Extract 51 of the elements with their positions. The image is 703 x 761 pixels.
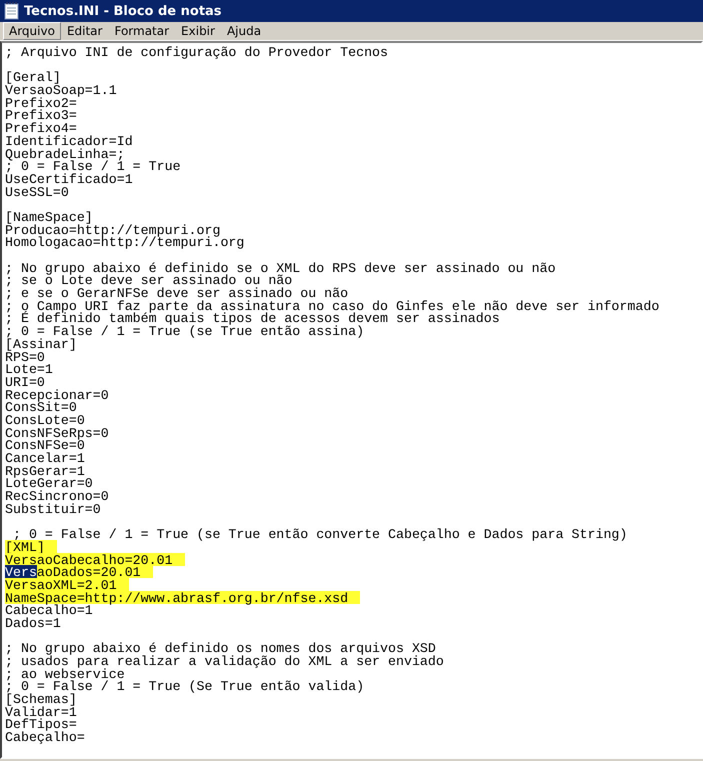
text-line: ; Arquivo INI de configuração do Provedor Tecnos	[5, 45, 388, 58]
menu-item[interactable]: Formatar	[108, 22, 176, 40]
text-line: ; No grupo abaixo é definido os nomes dos arquivos XSD	[5, 641, 436, 654]
text-line: [NameSpace]	[5, 210, 93, 223]
text-line: RecSincrono=0	[5, 489, 109, 502]
text-line: ; 0 = False / 1 = True (se True então converte Cabeçalho e Dados para String)	[12, 527, 628, 540]
text-line: ConsNFSeRps=0	[5, 426, 109, 439]
text-line: [Assinar]	[5, 336, 77, 350]
text-line: ConsNFSe=0	[5, 438, 85, 452]
menu-item[interactable]: Exibir	[175, 22, 221, 40]
menu-item[interactable]: Editar	[60, 22, 108, 40]
text-line: [Schemas]	[5, 692, 77, 706]
text-line: URI=0	[5, 374, 45, 388]
text-line: ; 0 = False / 1 = True	[5, 159, 181, 172]
text-line: ; usados para realizar a validação do XML a ser enviado	[5, 654, 444, 667]
text-line: DefTipos=	[5, 717, 77, 730]
text-line: RPS=0	[5, 350, 45, 362]
text-line: Homologacao=http://tempuri.org	[5, 235, 244, 248]
text-line: Recepcionar=0	[5, 388, 109, 401]
text-line: ; ao webservice	[5, 666, 125, 680]
text-line: Lote=1	[5, 362, 53, 376]
text-line: VersaoSoap=1.1	[5, 83, 117, 96]
window-title: Tecnos.INI - Bloco de notas	[24, 4, 222, 18]
text-line: Prefixo4=	[5, 121, 77, 134]
text-line: RpsGerar=1	[5, 464, 85, 477]
text-line: Validar=1	[5, 704, 77, 718]
text-line: Cabeçalho=	[5, 730, 85, 744]
text-line: Cabecalho=1	[5, 603, 93, 616]
text-line: Dados=1	[5, 616, 61, 629]
text-line: Cancelar=1	[5, 451, 85, 464]
text-line: ; 0 = False / 1 = True (se True então assina)	[5, 324, 364, 338]
text-line: Prefixo3=	[5, 108, 77, 122]
notepad-icon	[4, 2, 20, 20]
text-line: LoteGerar=0	[5, 476, 93, 490]
text-line: ; É definido também quais tipos de acessos devem ser assinados	[5, 311, 500, 324]
text-line: [Geral]	[5, 70, 61, 84]
text-line: ConsLote=0	[5, 412, 85, 426]
text-line: ConsSit=0	[5, 400, 77, 414]
text-line: ; 0 = False / 1 = True (Se True então valida)	[5, 679, 364, 692]
text-line: ; o Campo URI faz parte da assinatura no caso do Ginfes ele não deve ser informado	[5, 298, 660, 312]
text-line: Prefixo2=	[5, 96, 77, 109]
text-line: UseSSL=0	[5, 184, 69, 198]
text-line: UseCertificado=1	[5, 172, 133, 185]
text-line: Identificador=Id	[5, 134, 133, 147]
text-line: Producao=http://tempuri.org	[5, 222, 220, 236]
text-line: QuebradeLinha=;	[5, 146, 125, 160]
text-line: ; e se o GerarNFSe deve ser assinado ou não	[5, 286, 348, 300]
text-line: ; No grupo abaixo é definido se o XML do RPS deve ser assinado ou não	[5, 260, 556, 274]
menu-item[interactable]: Ajuda	[220, 22, 268, 40]
text-line: Substituir=0	[5, 502, 101, 515]
menu-item[interactable]: Arquivo	[3, 22, 61, 40]
